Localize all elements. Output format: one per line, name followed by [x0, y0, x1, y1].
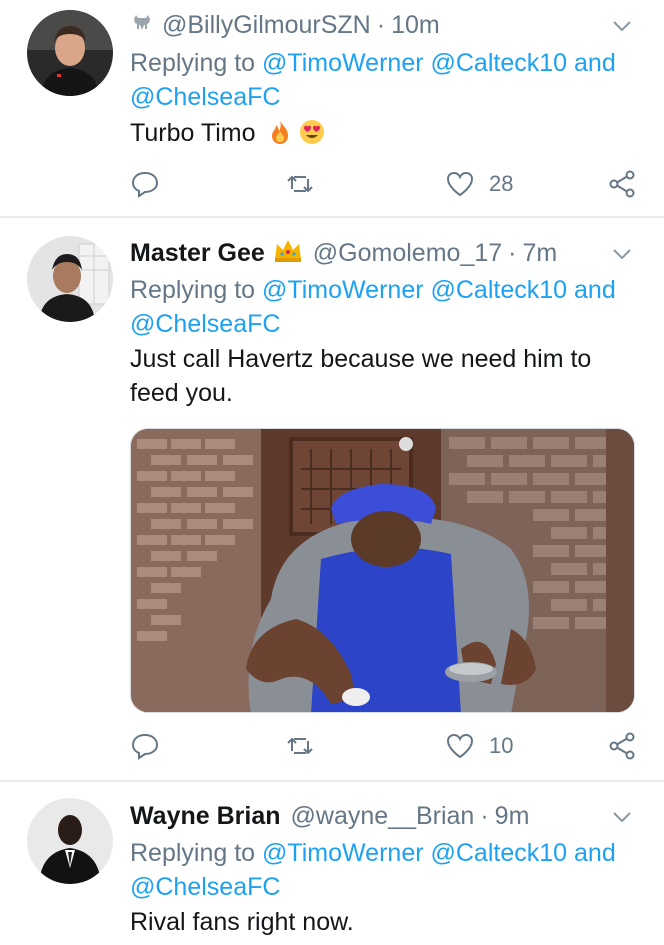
chevron-down-icon[interactable] [610, 805, 634, 829]
timestamp[interactable]: 7m [522, 239, 557, 268]
tweet-actions: 10 [130, 728, 650, 764]
replying-prefix: Replying to [130, 276, 256, 304]
separator-dot: · [508, 238, 517, 267]
share-icon [609, 732, 635, 760]
display-name[interactable]: Wayne Brian [130, 802, 281, 831]
display-name[interactable]: Master Gee [130, 239, 265, 268]
tweet-divider [0, 216, 664, 218]
like-count: 10 [489, 733, 514, 758]
share-button[interactable] [608, 728, 652, 764]
retweet-button[interactable] [285, 728, 329, 764]
mention-link[interactable]: @ChelseaFC [130, 873, 280, 901]
retweet-button[interactable] [285, 166, 329, 202]
share-button[interactable] [608, 166, 652, 202]
separator-dot: · [480, 801, 489, 830]
goat-icon [130, 10, 154, 41]
replying-prefix: Replying to [130, 839, 256, 867]
timestamp[interactable]: 10m [391, 11, 440, 40]
retweet-icon [287, 737, 313, 755]
heart-icon [446, 171, 474, 197]
reply-button[interactable] [130, 728, 174, 764]
tweet-text: Turbo Timo [130, 116, 635, 150]
and-word: and [574, 839, 616, 867]
heart-icon [446, 733, 474, 759]
tweet-text: Rival fans right now. [130, 908, 354, 936]
mention-link[interactable]: @Calteck10 [431, 839, 568, 867]
and-word: and [574, 49, 616, 77]
tweet-text: Just call Havertz because we need him to… [130, 345, 592, 407]
tweet-text-content: Turbo Timo [130, 119, 256, 147]
avatar[interactable] [27, 10, 113, 96]
mention-link[interactable]: @ChelseaFC [130, 310, 280, 338]
and-word: and [574, 276, 616, 304]
chevron-down-icon[interactable] [610, 242, 634, 266]
share-icon [609, 170, 635, 198]
mention-link[interactable]: @Calteck10 [431, 276, 568, 304]
fire-icon [266, 118, 294, 146]
replying-prefix: Replying to [130, 49, 256, 77]
mention-link[interactable]: @Calteck10 [431, 49, 568, 77]
replying-to: Replying to @TimoWerner @Calteck10 and @… [130, 46, 650, 114]
timestamp[interactable]: 9m [495, 802, 530, 831]
like-button[interactable]: 10 [445, 728, 513, 764]
reply-button[interactable] [130, 166, 174, 202]
mention-link[interactable]: @TimoWerner [262, 49, 424, 77]
mention-link[interactable]: @ChelseaFC [130, 83, 280, 111]
separator-dot: · [376, 10, 386, 39]
like-count: 28 [489, 171, 514, 196]
mention-link[interactable]: @TimoWerner [262, 276, 424, 304]
tweet-divider [0, 780, 664, 782]
like-button[interactable]: 28 [445, 166, 513, 202]
heart-eyes-icon [298, 118, 326, 146]
reply-icon [131, 733, 159, 760]
avatar[interactable] [27, 236, 113, 322]
tweet-actions: 28 [130, 166, 650, 202]
avatar[interactable] [27, 798, 113, 884]
user-handle[interactable]: @BillyGilmourSZN [162, 11, 371, 40]
replying-to: Replying to @TimoWerner @Calteck10 and @… [130, 836, 650, 904]
crown-icon [273, 237, 303, 270]
user-handle[interactable]: @wayne__Brian [291, 802, 475, 831]
retweet-icon [287, 175, 313, 193]
tweet-photo[interactable] [130, 428, 635, 713]
chevron-down-icon[interactable] [610, 14, 634, 38]
mention-link[interactable]: @TimoWerner [262, 839, 424, 867]
user-handle[interactable]: @Gomolemo_17 [313, 239, 502, 268]
reply-icon [131, 171, 159, 198]
replying-to: Replying to @TimoWerner @Calteck10 and @… [130, 273, 650, 341]
